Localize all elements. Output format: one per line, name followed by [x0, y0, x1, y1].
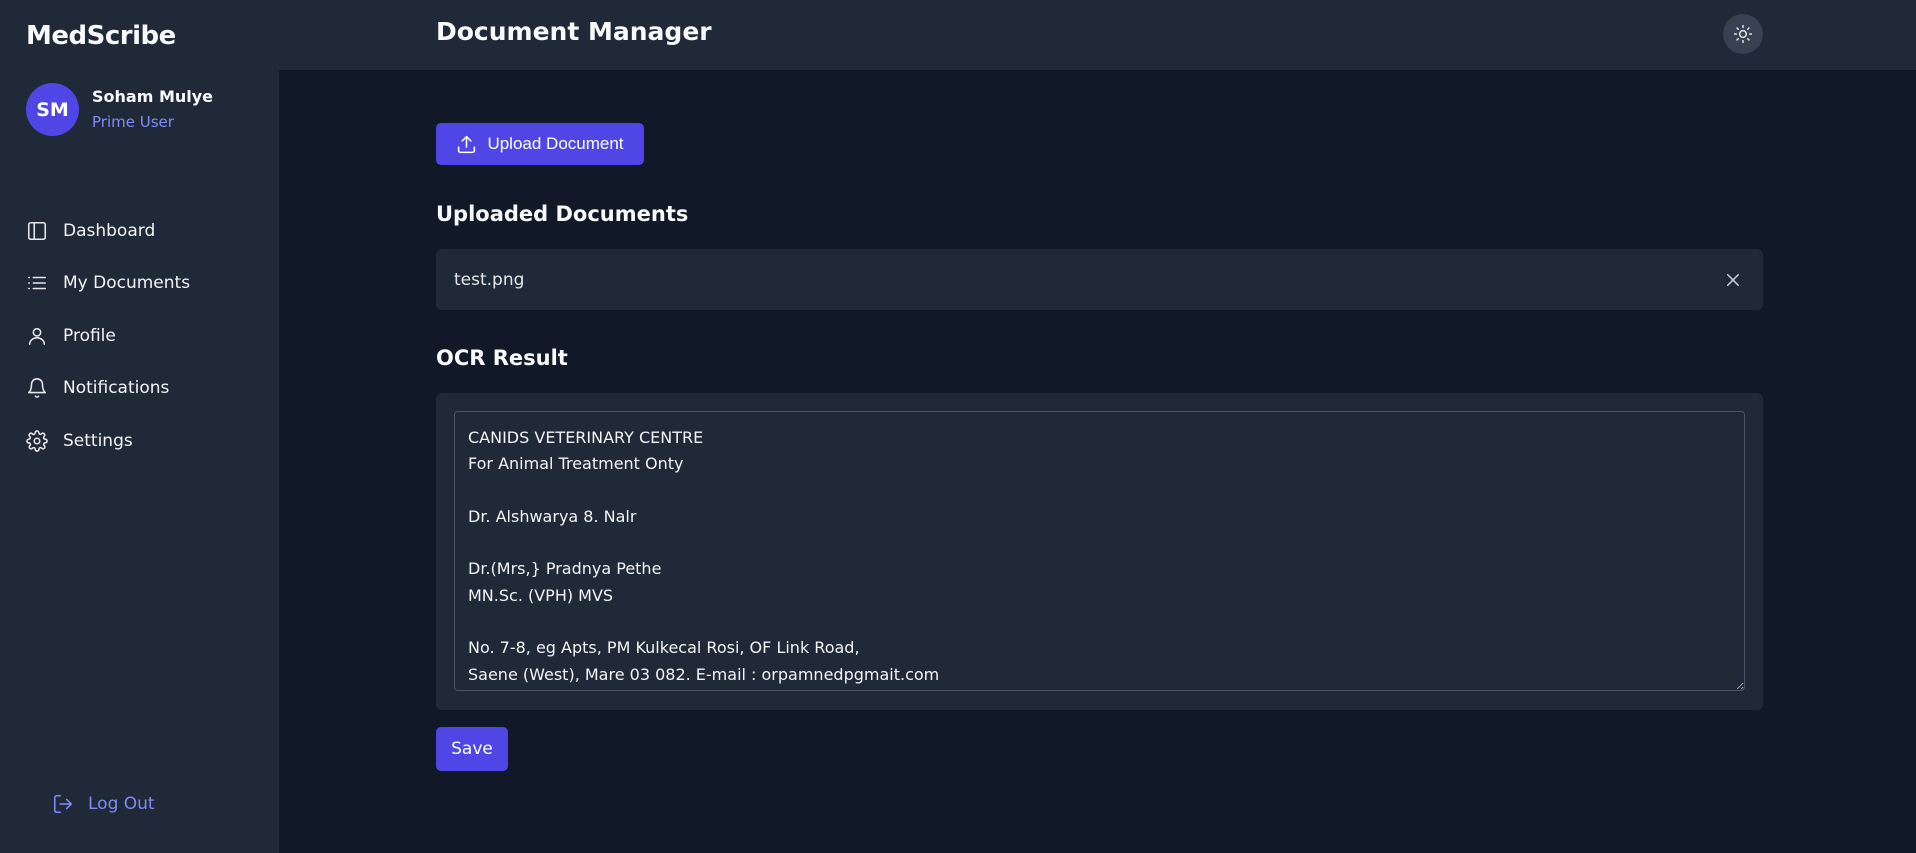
- document-list-item[interactable]: test.png: [436, 249, 1763, 310]
- list-icon: [27, 276, 47, 290]
- sidebar-item-settings[interactable]: Settings: [26, 426, 133, 456]
- sidebar-item-label: Notifications: [63, 378, 170, 398]
- upload-icon: [458, 135, 476, 153]
- logout-icon: [53, 794, 73, 814]
- logout-label: Log Out: [88, 794, 155, 814]
- sidebar-item-label: Dashboard: [63, 221, 156, 241]
- sidebar-item-label: Profile: [63, 326, 116, 346]
- sidebar-item-notifications[interactable]: Notifications: [26, 373, 169, 403]
- save-button[interactable]: Save: [436, 727, 508, 771]
- upload-document-button[interactable]: Upload Document: [436, 123, 644, 165]
- document-name: test.png: [454, 269, 525, 290]
- gear-icon: [26, 430, 48, 452]
- sidebar-item-label: My Documents: [63, 273, 191, 293]
- sidebar-item-my-documents[interactable]: My Documents: [26, 268, 190, 298]
- sidebar-item-profile[interactable]: Profile: [26, 321, 116, 351]
- close-icon: [1727, 273, 1739, 286]
- theme-toggle-button[interactable]: [1723, 14, 1763, 54]
- ocr-result-title: OCR Result: [436, 346, 568, 370]
- user-name: Soham Mulye: [92, 87, 214, 106]
- avatar: SM: [26, 83, 79, 136]
- sidebar-item-dashboard[interactable]: Dashboard: [26, 216, 155, 246]
- user-icon: [28, 327, 46, 346]
- logout-button[interactable]: Log Out: [52, 789, 155, 819]
- bell-icon: [27, 378, 47, 398]
- sun-icon: [1733, 24, 1753, 44]
- layout-icon: [27, 221, 47, 241]
- sidebar-item-label: Settings: [63, 431, 133, 451]
- remove-document-button[interactable]: [1721, 268, 1745, 292]
- user-role: Prime User: [92, 113, 174, 131]
- ocr-result-textarea[interactable]: CANIDS VETERINARY CENTRE For Animal Trea…: [454, 411, 1745, 691]
- ocr-result-panel: CANIDS VETERINARY CENTRE For Animal Trea…: [436, 393, 1763, 710]
- uploaded-documents-title: Uploaded Documents: [436, 202, 689, 226]
- sidebar: MedScribe SM Soham Mulye Prime User Dash…: [0, 0, 279, 853]
- upload-document-label: Upload Document: [487, 134, 624, 153]
- brand-logo: MedScribe: [26, 21, 176, 51]
- page-title: Document Manager: [436, 17, 712, 46]
